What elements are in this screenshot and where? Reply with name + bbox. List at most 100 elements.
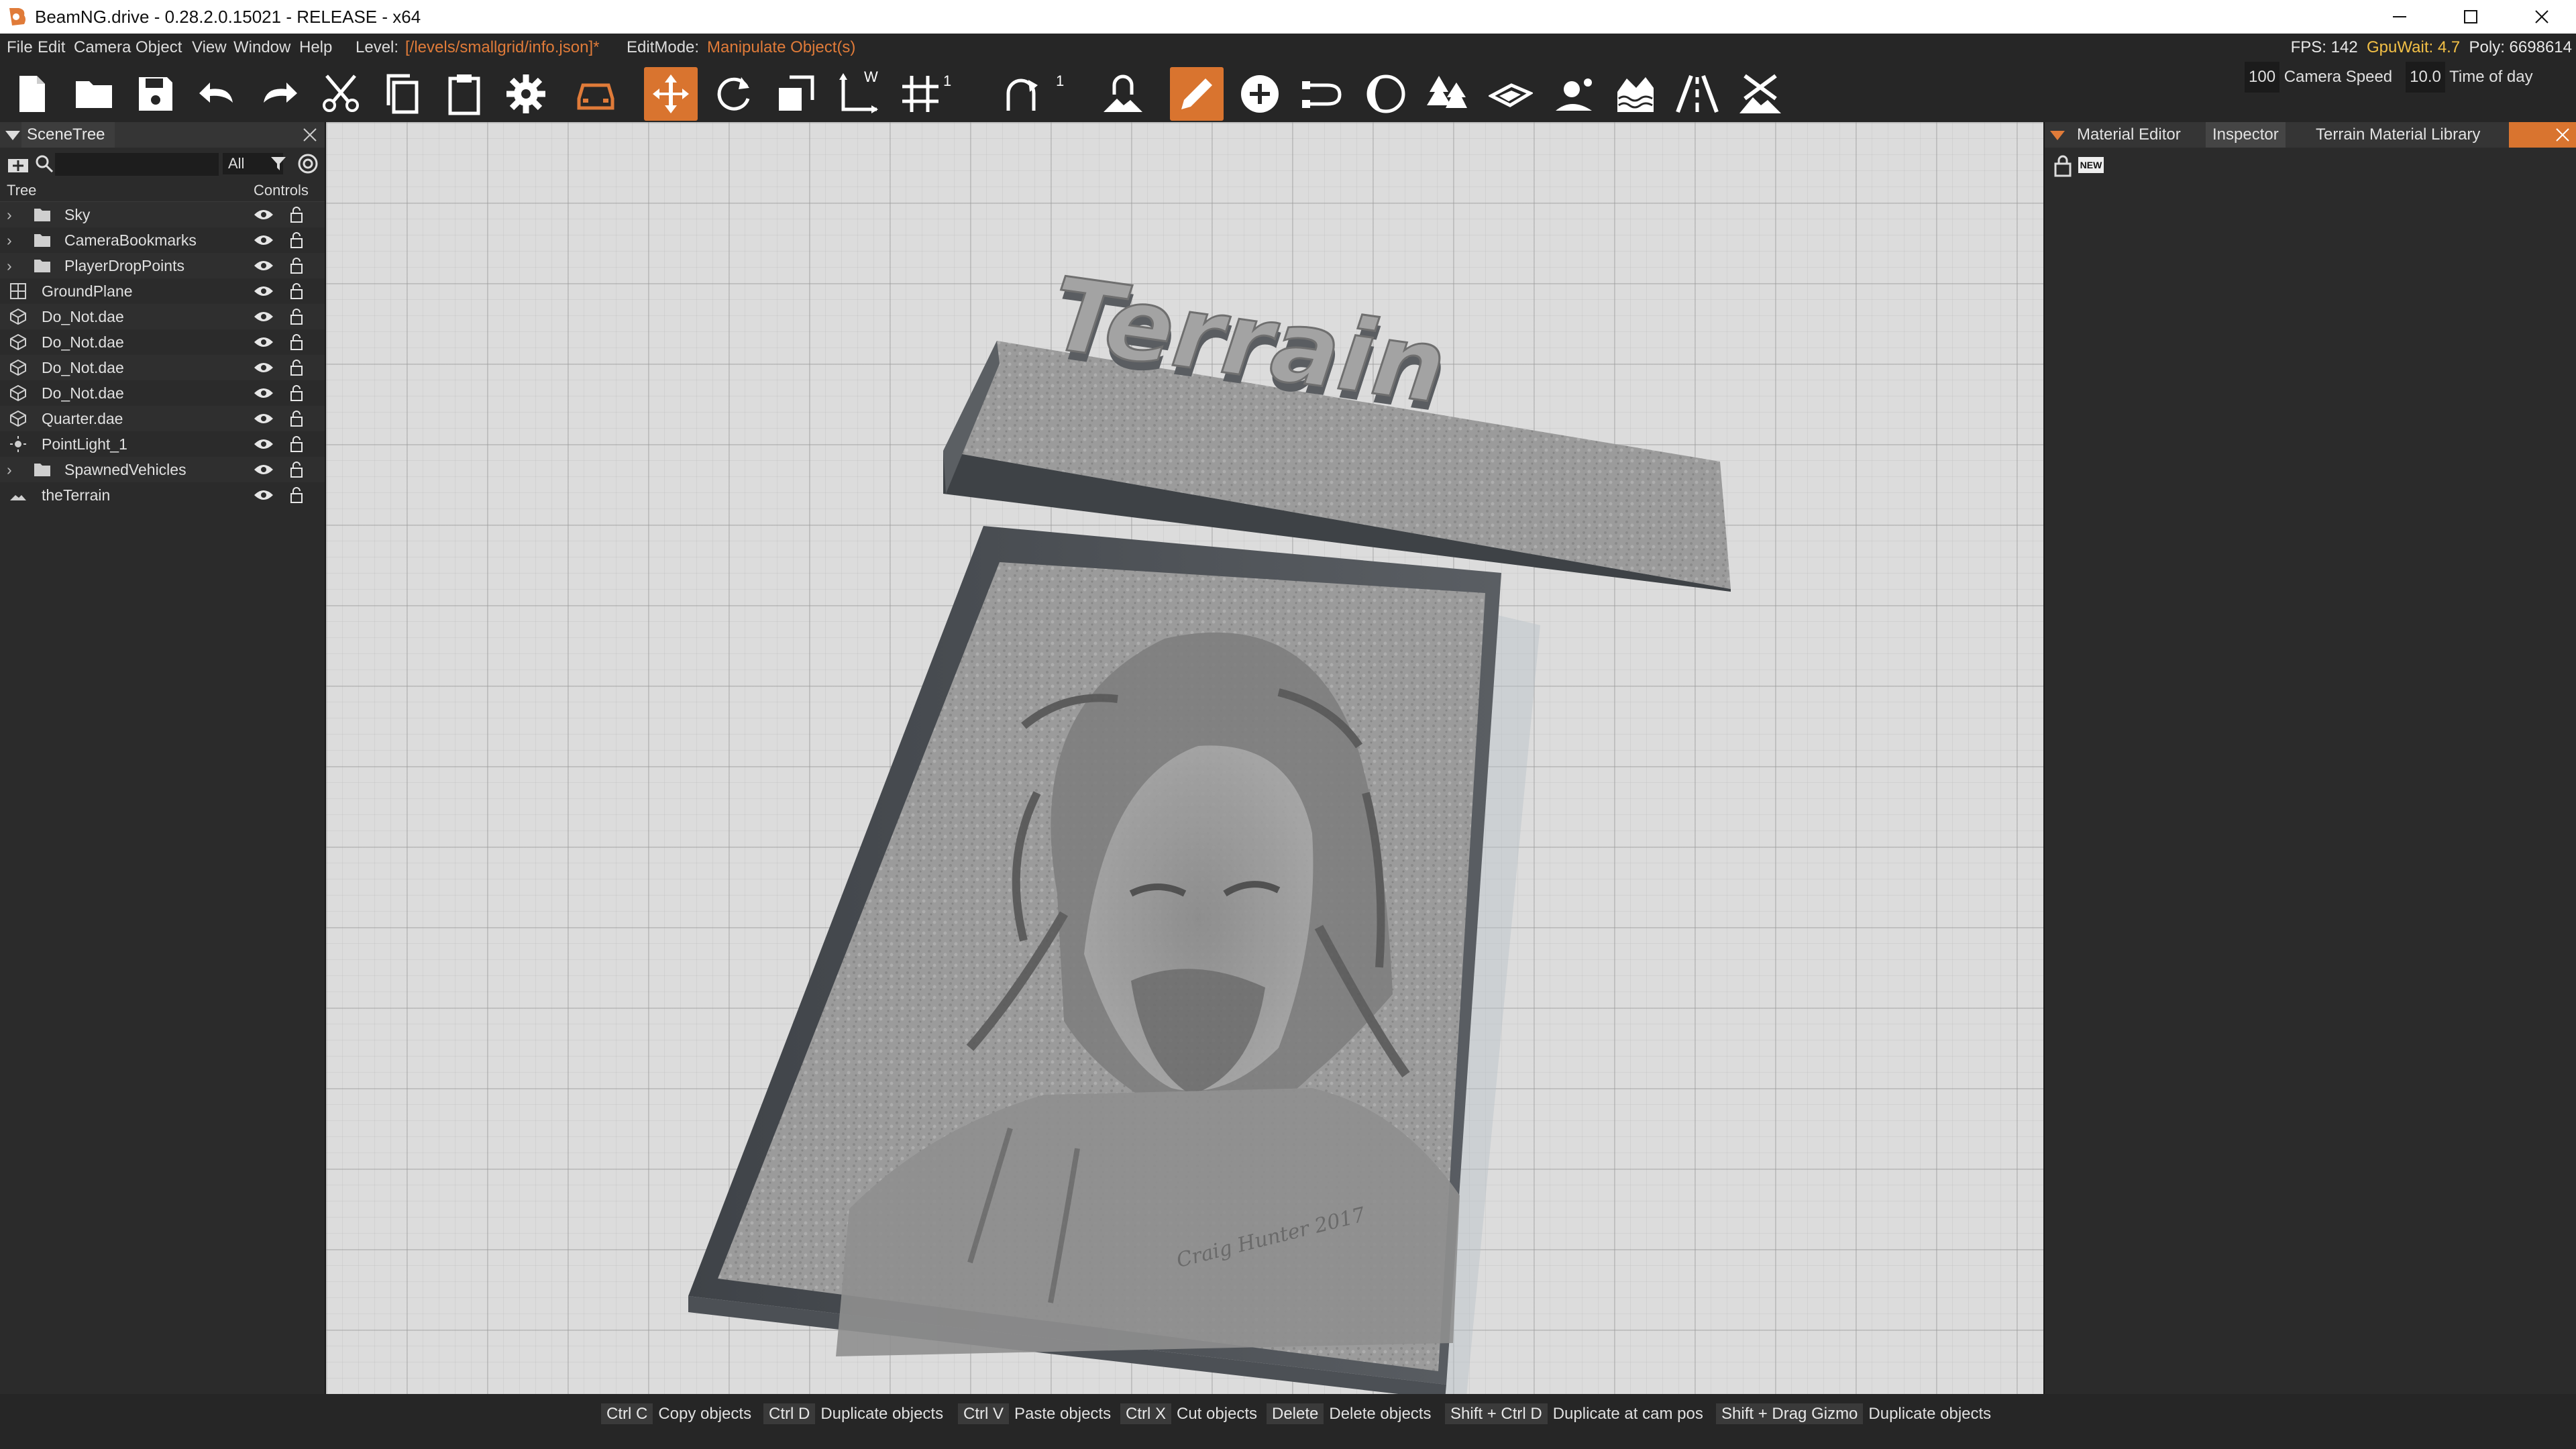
terrain-snap-button[interactable] xyxy=(1096,67,1150,121)
shortcut-hint: Delete Delete objects xyxy=(1267,1402,1431,1426)
scenetree-row[interactable]: Quarter.dae xyxy=(0,406,325,431)
menu-object[interactable]: Object xyxy=(136,34,182,62)
lock-icon[interactable] xyxy=(290,308,303,325)
time-of-day-input[interactable]: 10.0 xyxy=(2406,62,2445,93)
visibility-eye-icon[interactable] xyxy=(254,233,274,247)
visibility-eye-icon[interactable] xyxy=(254,284,274,298)
open-button[interactable] xyxy=(67,67,121,121)
snap-grid-button[interactable]: 1 xyxy=(894,67,951,121)
menu-file[interactable]: File xyxy=(7,34,33,62)
maximize-button[interactable] xyxy=(2435,0,2506,34)
minimize-button[interactable] xyxy=(2364,0,2435,34)
menu-window[interactable]: Window xyxy=(233,34,290,62)
panel-menu-icon[interactable] xyxy=(2049,128,2066,142)
time-of-day-button[interactable] xyxy=(1359,67,1413,121)
decal-button[interactable] xyxy=(1484,67,1538,121)
scenetree-row[interactable]: Do_Not.dae xyxy=(0,355,325,380)
world-axis-button[interactable]: W xyxy=(830,67,884,121)
scenetree-row[interactable]: theTerrain xyxy=(0,482,325,508)
scenetree-search-input[interactable] xyxy=(55,153,219,176)
scale-button[interactable] xyxy=(769,67,822,121)
new-button[interactable] xyxy=(5,67,59,121)
water-button[interactable] xyxy=(1609,67,1662,121)
scenetree-row[interactable]: › SpawnedVehicles xyxy=(0,457,325,482)
vehicle-button[interactable] xyxy=(569,67,623,121)
visibility-eye-icon[interactable] xyxy=(254,335,274,349)
scenetree-row[interactable]: Do_Not.dae xyxy=(0,380,325,406)
visibility-eye-icon[interactable] xyxy=(254,208,274,221)
lock-icon[interactable] xyxy=(290,206,303,223)
rotate-icon xyxy=(717,77,750,111)
visibility-eye-icon[interactable] xyxy=(254,488,274,502)
lock-icon[interactable] xyxy=(290,435,303,453)
terrain-tool-button[interactable] xyxy=(1733,67,1787,121)
visibility-eye-icon[interactable] xyxy=(254,310,274,323)
lock-icon[interactable] xyxy=(290,384,303,402)
scenetree-row[interactable]: PointLight_1 xyxy=(0,431,325,457)
scenetree-row[interactable]: Do_Not.dae xyxy=(0,329,325,355)
filter-icon[interactable] xyxy=(270,156,287,172)
visibility-eye-icon[interactable] xyxy=(254,259,274,272)
close-icon[interactable] xyxy=(2555,127,2571,143)
scenetree-row[interactable]: GroundPlane xyxy=(0,278,325,304)
redo-button[interactable] xyxy=(252,67,306,121)
settings-button[interactable] xyxy=(499,67,553,121)
visibility-eye-icon[interactable] xyxy=(254,412,274,425)
scenetree-row[interactable]: Do_Not.dae xyxy=(0,304,325,329)
sculpt-button[interactable] xyxy=(1547,67,1601,121)
new-object-badge[interactable]: NEW xyxy=(2078,157,2104,173)
rotate-button[interactable] xyxy=(707,67,761,121)
locate-object-icon[interactable] xyxy=(297,152,319,175)
menu-view[interactable]: View xyxy=(192,34,227,62)
lock-icon[interactable] xyxy=(290,231,303,249)
road-tool-button[interactable] xyxy=(1296,67,1350,121)
lock-selection-icon[interactable] xyxy=(2053,154,2073,177)
scenetree-row[interactable]: › PlayerDropPoints xyxy=(0,253,325,278)
lock-icon[interactable] xyxy=(290,486,303,504)
scenetree-row[interactable]: › CameraBookmarks xyxy=(0,227,325,253)
visibility-eye-icon[interactable] xyxy=(254,437,274,451)
lock-icon[interactable] xyxy=(290,282,303,300)
scenetree-row-label: theTerrain xyxy=(42,486,111,504)
cut-button[interactable] xyxy=(314,67,368,121)
close-icon[interactable] xyxy=(302,127,318,143)
lock-icon[interactable] xyxy=(290,359,303,376)
forest-button[interactable] xyxy=(1421,67,1474,121)
menu-help[interactable]: Help xyxy=(299,34,332,62)
copy-button[interactable] xyxy=(376,67,429,121)
camera-speed-input[interactable]: 100 xyxy=(2245,62,2280,93)
lock-icon[interactable] xyxy=(290,461,303,478)
visibility-eye-icon[interactable] xyxy=(254,386,274,400)
translate-button[interactable] xyxy=(644,67,698,121)
visibility-eye-icon[interactable] xyxy=(254,463,274,476)
panel-menu-icon[interactable] xyxy=(4,128,21,142)
add-folder-icon[interactable] xyxy=(7,154,30,174)
add-object-button[interactable] xyxy=(1233,67,1287,121)
close-button[interactable] xyxy=(2506,0,2576,34)
lock-icon[interactable] xyxy=(290,333,303,351)
chevron-right-icon[interactable]: › xyxy=(7,202,20,227)
3d-viewport[interactable]: Terrain Terrain Craig Hunter 2017 xyxy=(326,122,2043,1394)
paste-button[interactable] xyxy=(437,67,491,121)
minimize-icon xyxy=(2393,16,2406,17)
menu-edit[interactable]: Edit xyxy=(38,34,65,62)
tab-material-editor[interactable]: Material Editor xyxy=(2070,122,2188,148)
water-icon xyxy=(1617,77,1654,112)
chevron-right-icon[interactable]: › xyxy=(7,253,20,278)
road-lane-button[interactable] xyxy=(1670,67,1724,121)
scenetree-row[interactable]: › Sky xyxy=(0,202,325,227)
menu-camera[interactable]: Camera xyxy=(74,34,131,62)
tab-inspector[interactable]: Inspector xyxy=(2206,122,2286,148)
rotation-snap-button[interactable]: 1 xyxy=(994,67,1064,121)
save-button[interactable] xyxy=(129,67,182,121)
lock-icon[interactable] xyxy=(290,257,303,274)
shortcut-key: Ctrl D xyxy=(763,1403,816,1424)
tab-terrain-material-library[interactable]: Terrain Material Library xyxy=(2309,122,2487,148)
visibility-eye-icon[interactable] xyxy=(254,361,274,374)
scenetree-tab[interactable]: SceneTree xyxy=(21,122,115,148)
chevron-right-icon[interactable]: › xyxy=(7,227,20,253)
lock-icon[interactable] xyxy=(290,410,303,427)
undo-button[interactable] xyxy=(191,67,244,121)
chevron-right-icon[interactable]: › xyxy=(7,457,20,482)
edit-mode-button[interactable] xyxy=(1170,67,1224,121)
